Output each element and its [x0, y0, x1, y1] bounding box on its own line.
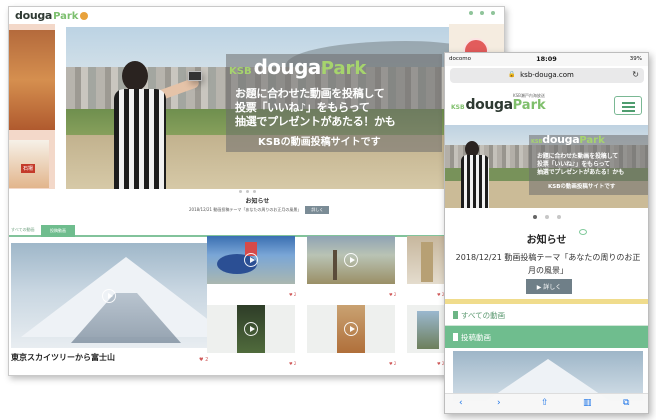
- carousel-dot[interactable]: [532, 215, 537, 219]
- section-label: すべての動画: [461, 311, 506, 320]
- slide-image: [9, 30, 55, 130]
- desktop-screenshot: douga Park 石場 KSB douga Park お題に合わせた動画を投…: [8, 6, 505, 376]
- mobile-screenshot: docomo 18:09 39% 🔒 ksb-douga.com ↻ KSB瀬戸…: [444, 52, 649, 414]
- desktop-logo[interactable]: douga Park: [15, 9, 89, 22]
- mobile-hero-carousel[interactable]: KSB douga Park お題に合わせた動画を投稿して 投票「いいね♪」をも…: [445, 125, 648, 208]
- video-thumbnail[interactable]: [407, 305, 445, 353]
- tab-posted-videos[interactable]: 投稿動画: [41, 225, 75, 237]
- reload-icon[interactable]: ↻: [632, 70, 639, 79]
- logo-text-sub: Park: [53, 11, 79, 22]
- browser-toolbar: ‹ › ⇧ ▥ ⧉: [445, 393, 648, 413]
- section-all-videos[interactable]: すべての動画: [445, 304, 648, 326]
- play-icon[interactable]: [344, 322, 358, 336]
- bookmarks-icon[interactable]: ▥: [583, 398, 592, 408]
- desktop-header: douga Park: [9, 7, 504, 23]
- notice-title: お知らせ: [245, 198, 270, 205]
- hero-girl-photo: [110, 61, 202, 189]
- carousel-prev-slide[interactable]: 石場: [9, 24, 55, 189]
- like-count: ♥ 2: [199, 357, 209, 363]
- notice-text[interactable]: 2018/12/21 動画投稿テーマ「あなたの周りのお正月の風景」: [455, 251, 641, 277]
- speech-bubble-icon: [579, 229, 587, 235]
- play-icon[interactable]: [244, 322, 258, 336]
- header-link-3[interactable]: [491, 11, 496, 15]
- product-showcase: douga Park 石場 KSB douga Park お題に合わせた動画を投…: [0, 0, 656, 420]
- section-label: 投稿動画: [461, 333, 491, 342]
- forward-icon[interactable]: ›: [497, 398, 501, 408]
- hero-subcopy: KSBの動画投稿サイトです: [548, 184, 616, 190]
- play-icon[interactable]: [244, 253, 258, 267]
- carousel-dot[interactable]: [544, 215, 549, 219]
- site-logo[interactable]: KSB douga Park: [451, 97, 546, 113]
- video-thumbnail[interactable]: [207, 236, 295, 284]
- link-icon: [469, 11, 473, 15]
- carousel-dot[interactable]: [239, 190, 242, 193]
- logo-text: douga: [15, 9, 53, 22]
- like-count: ♥ 2: [289, 361, 297, 366]
- featured-video-thumbnail[interactable]: [11, 243, 207, 348]
- video-thumbnail[interactable]: [307, 305, 395, 353]
- carousel-dot[interactable]: [246, 190, 249, 193]
- link-icon: [480, 11, 484, 15]
- carousel-dot[interactable]: [556, 215, 561, 219]
- video-thumbnail[interactable]: [307, 236, 395, 284]
- url-text[interactable]: ksb-douga.com: [450, 71, 644, 79]
- carousel-dots: [445, 215, 648, 219]
- header-link-1[interactable]: [469, 11, 474, 15]
- logo-icon: [80, 12, 89, 20]
- share-icon[interactable]: ⇧: [541, 398, 549, 408]
- hero-carousel[interactable]: KSB douga Park お題に合わせた動画を投稿して 投票「いいね♪」をも…: [66, 27, 449, 189]
- featured-video-title[interactable]: 東京スカイツリーから富士山: [11, 352, 115, 363]
- carousel-dot[interactable]: [253, 190, 256, 193]
- bookmark-icon: [453, 311, 458, 319]
- menu-line: [622, 106, 635, 108]
- like-count: ♥ 2: [289, 292, 297, 297]
- hero-girl-photo: [459, 141, 503, 208]
- hamburger-menu-button[interactable]: [614, 96, 642, 115]
- video-thumbnail[interactable]: [407, 236, 445, 284]
- back-icon[interactable]: ‹: [459, 398, 463, 408]
- clock: 18:09: [536, 55, 557, 63]
- hero-copy: お題に合わせた動画を投稿して 投票「いいね♪」をもらって 抽選でプレゼントがあた…: [235, 87, 396, 128]
- like-count: ♥ 2: [389, 361, 397, 366]
- battery-level: 39%: [629, 56, 642, 62]
- section-posted-videos[interactable]: 投稿動画: [445, 326, 648, 348]
- hero-subcopy: KSBの動画投稿サイトです: [258, 137, 381, 148]
- hero-copy: お題に合わせた動画を投稿して 投票「いいね♪」をもらって 抽選でプレゼントがあた…: [537, 153, 625, 176]
- play-icon[interactable]: [102, 289, 116, 303]
- hero-logo: KSB douga Park: [229, 55, 367, 79]
- slide-tag: 石場: [21, 164, 36, 173]
- address-bar[interactable]: 🔒 ksb-douga.com ↻: [450, 68, 644, 83]
- menu-line: [622, 102, 635, 104]
- tabs-icon[interactable]: ⧉: [623, 398, 629, 408]
- header-links: [469, 11, 496, 15]
- notice-row: 2018/12/21 動画投稿テーマ「あなたの周りのお正月の風景」 詳しく: [189, 206, 330, 214]
- play-icon[interactable]: [344, 253, 358, 267]
- tab-all-videos[interactable]: すべての動画: [11, 227, 35, 233]
- menu-line: [622, 110, 635, 112]
- video-thumbnail[interactable]: [207, 305, 295, 353]
- hero-logo: KSB douga Park: [531, 133, 605, 146]
- site-header: KSB瀬戸内海放送 KSB douga Park: [445, 88, 648, 122]
- link-icon: [491, 11, 495, 15]
- notice-title: お知らせ: [526, 235, 567, 246]
- bookmark-icon: [453, 333, 458, 341]
- notice-detail-button[interactable]: 詳しく: [305, 206, 330, 214]
- header-link-2[interactable]: [480, 11, 485, 15]
- carousel-dots: [239, 190, 256, 193]
- status-bar: docomo 18:09 39%: [445, 53, 648, 66]
- notice-detail-button[interactable]: ▶ 詳しく: [526, 279, 572, 294]
- notice-text[interactable]: 2018/12/21 動画投稿テーマ「あなたの周りのお正月の風景」: [189, 207, 301, 213]
- like-count: ♥ 2: [389, 292, 397, 297]
